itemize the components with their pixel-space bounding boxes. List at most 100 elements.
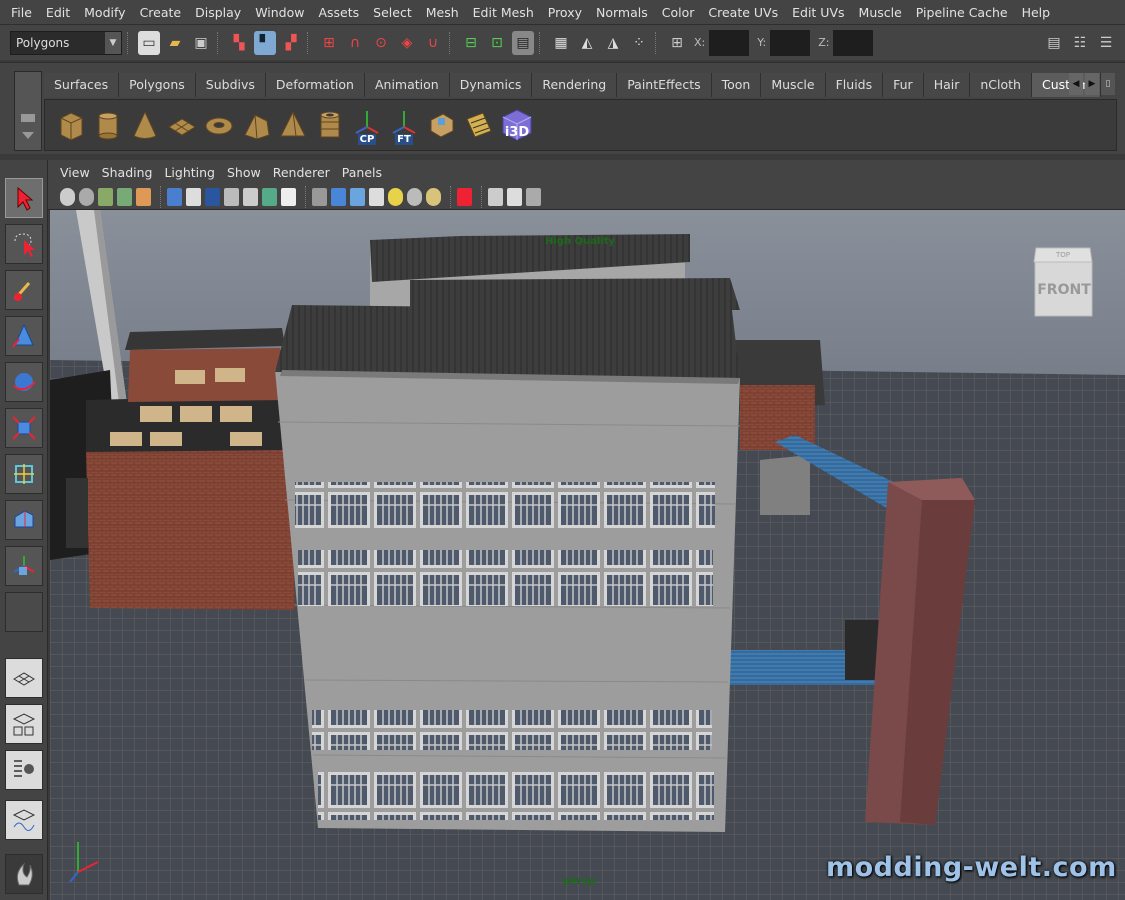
wireframe-icon[interactable]: [312, 187, 327, 206]
panel-menu-panels[interactable]: Panels: [336, 165, 388, 180]
bookmarks-icon[interactable]: [98, 187, 113, 206]
uv-cube-icon[interactable]: [425, 107, 457, 143]
make-live-icon[interactable]: ∪: [422, 31, 444, 55]
tab-scroll-left-icon[interactable]: ◀: [1069, 73, 1083, 95]
smooth-shade-icon[interactable]: [331, 187, 346, 206]
chevron-down-icon[interactable]: ▼: [105, 31, 121, 54]
view-cube[interactable]: TOP FRONT: [1033, 247, 1093, 317]
film-gate-icon[interactable]: [186, 187, 201, 206]
menu-help[interactable]: Help: [1015, 5, 1058, 20]
poly-pyramid-icon[interactable]: [277, 107, 309, 143]
maya-logo-button[interactable]: [5, 854, 43, 894]
ipr-render-icon[interactable]: ◮: [602, 31, 624, 55]
tab-painteffects[interactable]: PaintEffects: [617, 73, 712, 97]
high-quality-icon[interactable]: [426, 187, 441, 206]
output-ops-icon[interactable]: ⊡: [486, 31, 508, 55]
render-current-icon[interactable]: ◭: [576, 31, 598, 55]
shelf-trash-icon[interactable]: ▯: [1101, 73, 1115, 95]
textured-icon[interactable]: [369, 187, 384, 206]
panel-menu-shading[interactable]: Shading: [96, 165, 159, 180]
four-view-layout-button[interactable]: [5, 704, 43, 744]
image-plane-icon[interactable]: [117, 187, 132, 206]
select-by-component-icon[interactable]: ▞: [280, 31, 302, 55]
input-ops-icon[interactable]: ⊟: [460, 31, 482, 55]
universal-manip-button[interactable]: [5, 454, 43, 494]
menu-assets[interactable]: Assets: [311, 5, 366, 20]
menu-window[interactable]: Window: [248, 5, 311, 20]
shelf-menu-button[interactable]: [14, 71, 42, 151]
menu-muscle[interactable]: Muscle: [852, 5, 909, 20]
scale-tool-button[interactable]: [5, 408, 43, 448]
z-field[interactable]: [833, 29, 874, 56]
shadows-icon[interactable]: [407, 187, 422, 206]
y-field[interactable]: [770, 29, 811, 56]
poly-cube-icon[interactable]: [55, 107, 87, 143]
persp-outliner-layout-button[interactable]: [5, 750, 43, 790]
xray-joints-icon[interactable]: [507, 187, 522, 206]
menu-edit-mesh[interactable]: Edit Mesh: [466, 5, 541, 20]
render-settings-icon[interactable]: ⁘: [628, 31, 650, 55]
select-tool-button[interactable]: [5, 178, 43, 218]
field-chart-icon[interactable]: [243, 187, 258, 206]
menu-color[interactable]: Color: [655, 5, 702, 20]
resolution-gate-icon[interactable]: [205, 187, 220, 206]
uv-texture-icon[interactable]: [462, 107, 494, 143]
snap-point-icon[interactable]: ⊙: [370, 31, 392, 55]
menu-create-uvs[interactable]: Create UVs: [701, 5, 785, 20]
panel-menu-show[interactable]: Show: [221, 165, 267, 180]
poly-cylinder-icon[interactable]: [92, 107, 124, 143]
new-scene-icon[interactable]: ▭: [138, 30, 160, 55]
menu-create[interactable]: Create: [133, 5, 189, 20]
tab-deformation[interactable]: Deformation: [265, 73, 365, 97]
rotate-tool-button[interactable]: [5, 362, 43, 402]
tab-surfaces[interactable]: Surfaces: [44, 73, 120, 97]
snap-grid-icon[interactable]: ⊞: [318, 31, 340, 55]
perspective-viewport[interactable]: TOP FRONT: [50, 210, 1125, 900]
menu-select[interactable]: Select: [366, 5, 419, 20]
poly-cone-icon[interactable]: [129, 107, 161, 143]
menu-display[interactable]: Display: [188, 5, 248, 20]
xray-icon[interactable]: [488, 187, 503, 206]
menu-set-selector[interactable]: Polygons ▼: [10, 30, 122, 55]
tab-dynamics[interactable]: Dynamics: [449, 73, 533, 97]
wireframe-on-shaded-icon[interactable]: [350, 187, 365, 206]
center-pivot-icon[interactable]: CP: [351, 107, 383, 145]
save-scene-icon[interactable]: ▣: [190, 31, 212, 55]
tab-scroll-right-icon[interactable]: ▶: [1085, 73, 1099, 95]
select-camera-icon[interactable]: [60, 187, 75, 206]
panel-menu-view[interactable]: View: [54, 165, 96, 180]
menu-modify[interactable]: Modify: [77, 5, 132, 20]
persp-graph-layout-button[interactable]: [5, 800, 43, 840]
poly-torus-icon[interactable]: [203, 107, 235, 143]
tab-muscle[interactable]: Muscle: [761, 73, 826, 97]
safe-title-icon[interactable]: [281, 187, 296, 206]
construction-history-icon[interactable]: ▤: [512, 30, 534, 55]
menu-normals[interactable]: Normals: [589, 5, 655, 20]
menu-proxy[interactable]: Proxy: [541, 5, 589, 20]
tab-fur[interactable]: Fur: [883, 73, 924, 97]
grid-toggle-icon[interactable]: [167, 187, 182, 206]
tool-settings-icon[interactable]: ☷: [1069, 31, 1091, 55]
soft-mod-button[interactable]: [5, 500, 43, 540]
menu-pipeline-cache[interactable]: Pipeline Cache: [909, 5, 1015, 20]
tab-rendering[interactable]: Rendering: [532, 73, 618, 97]
xray-components-icon[interactable]: [526, 187, 541, 206]
tab-fluids[interactable]: Fluids: [825, 73, 884, 97]
snap-view-icon[interactable]: ◈: [396, 31, 418, 55]
channel-box-icon[interactable]: ☰: [1095, 31, 1117, 55]
last-tool-button[interactable]: [5, 592, 43, 632]
tab-subdivs[interactable]: Subdivs: [195, 73, 266, 97]
tab-ncloth[interactable]: nCloth: [970, 73, 1032, 97]
gate-mask-icon[interactable]: [224, 187, 239, 206]
menu-mesh[interactable]: Mesh: [419, 5, 466, 20]
attribute-editor-icon[interactable]: ▤: [1043, 31, 1065, 55]
show-manip-button[interactable]: [5, 546, 43, 586]
menu-edit[interactable]: Edit: [39, 5, 77, 20]
tab-hair[interactable]: Hair: [923, 73, 971, 97]
panel-menu-renderer[interactable]: Renderer: [267, 165, 336, 180]
x-field[interactable]: [709, 29, 750, 56]
transform-input-icon[interactable]: ⊞: [666, 31, 688, 55]
use-all-lights-icon[interactable]: [388, 187, 403, 206]
paint-select-tool-button[interactable]: [5, 270, 43, 310]
move-tool-button[interactable]: [5, 316, 43, 356]
